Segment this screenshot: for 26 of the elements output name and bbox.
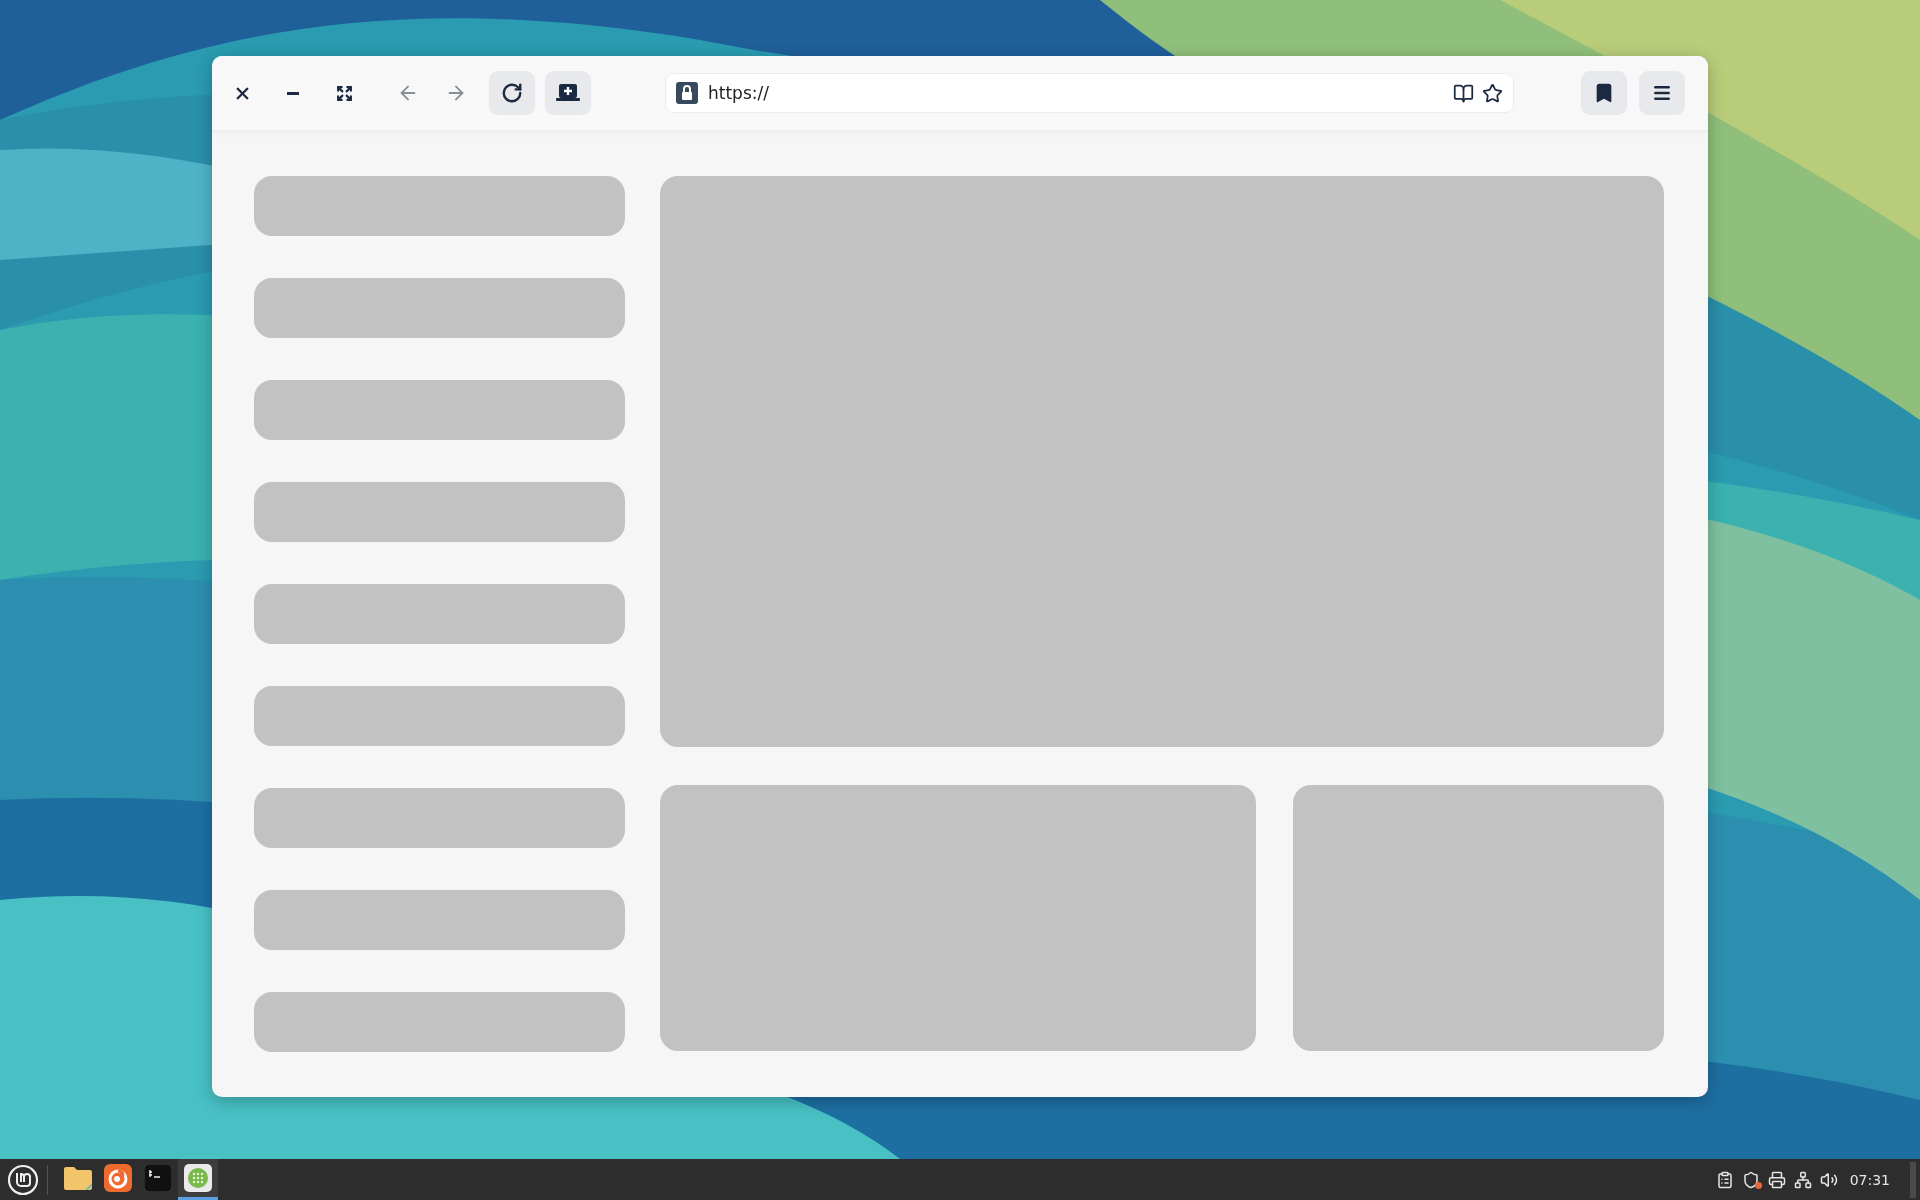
clock[interactable]: 07:31 [1849,1171,1890,1188]
reload-icon [501,82,523,104]
bookmarks-button[interactable] [1581,71,1627,115]
printer-icon[interactable] [1767,1170,1786,1189]
network-icon[interactable] [1793,1170,1812,1189]
minimize-icon [287,91,299,95]
address-bar[interactable]: https:// [665,73,1514,113]
start-menu-icon[interactable] [7,1163,39,1196]
browser-icon [104,1164,132,1192]
app-grid-icon [184,1164,212,1192]
url-field[interactable]: https:// [706,82,1445,104]
clipboard-icon[interactable] [1715,1170,1734,1189]
reload-button[interactable] [489,71,535,115]
menu-button[interactable] [1639,71,1685,115]
new-tab-button[interactable] [545,71,591,115]
shield-icon[interactable] [1741,1170,1760,1189]
laptop-plus-icon [555,82,581,104]
folder-icon [63,1165,93,1191]
volume-icon[interactable] [1819,1170,1838,1189]
star-icon[interactable] [1482,82,1503,104]
lock-icon [676,82,698,104]
taskbar-app[interactable] [178,1159,218,1200]
book-icon[interactable] [1453,82,1474,104]
maximize-icon [335,84,353,102]
menu-icon [1652,83,1672,103]
terminal-icon [144,1164,172,1192]
